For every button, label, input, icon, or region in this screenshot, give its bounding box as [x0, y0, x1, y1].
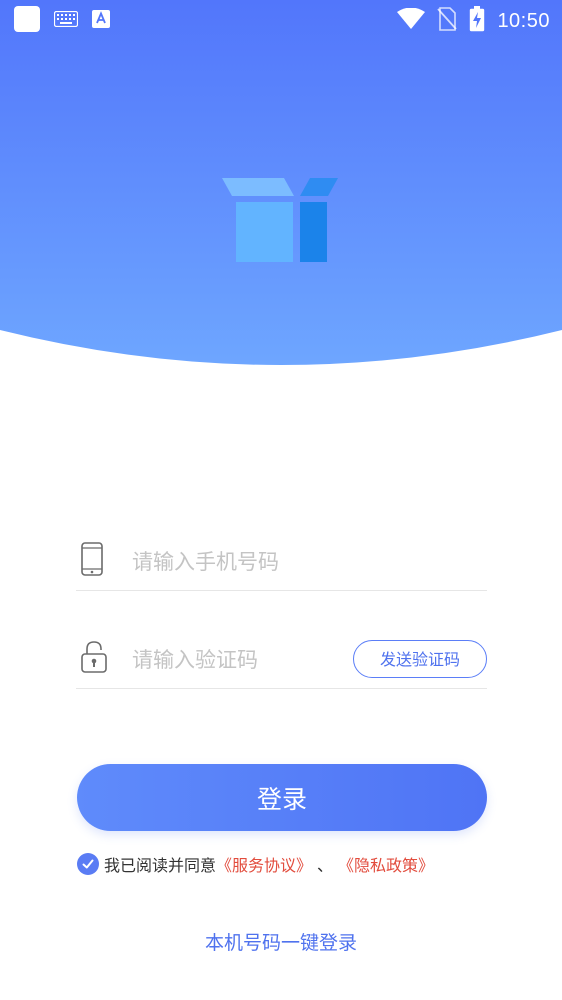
phone-input[interactable] — [132, 534, 332, 590]
verification-code-input[interactable] — [132, 632, 332, 688]
one-key-login-link[interactable]: 本机号码一键登录 — [0, 928, 562, 955]
lock-icon — [80, 640, 108, 678]
no-sim-icon — [437, 7, 458, 35]
code-field: 发送验证码 — [76, 632, 487, 689]
agreement-row: 我已阅读并同意 《服务协议》 、 《隐私政策》 — [77, 852, 434, 876]
service-agreement-link[interactable]: 《服务协议》 — [216, 852, 312, 876]
agreement-checkbox[interactable] — [77, 853, 99, 875]
status-bar: 10:50 — [0, 0, 562, 40]
battery-charging-icon — [469, 6, 485, 36]
agreement-text: 我已阅读并同意 — [104, 856, 217, 875]
font-a-icon — [92, 10, 110, 32]
app-logo-box-icon — [222, 176, 340, 268]
mobile-phone-icon — [80, 542, 104, 580]
checkmark-icon — [82, 859, 94, 869]
wifi-icon — [397, 7, 426, 34]
clock-time: 10:50 — [497, 9, 550, 32]
agreement-separator: 、 — [317, 856, 334, 875]
keyboard-icon — [53, 10, 79, 31]
privacy-policy-link[interactable]: 《隐私政策》 — [338, 852, 434, 876]
login-button[interactable]: 登录 — [77, 764, 487, 831]
phone-field — [76, 534, 487, 591]
app-square-icon — [14, 6, 40, 36]
send-code-button[interactable]: 发送验证码 — [353, 640, 487, 678]
